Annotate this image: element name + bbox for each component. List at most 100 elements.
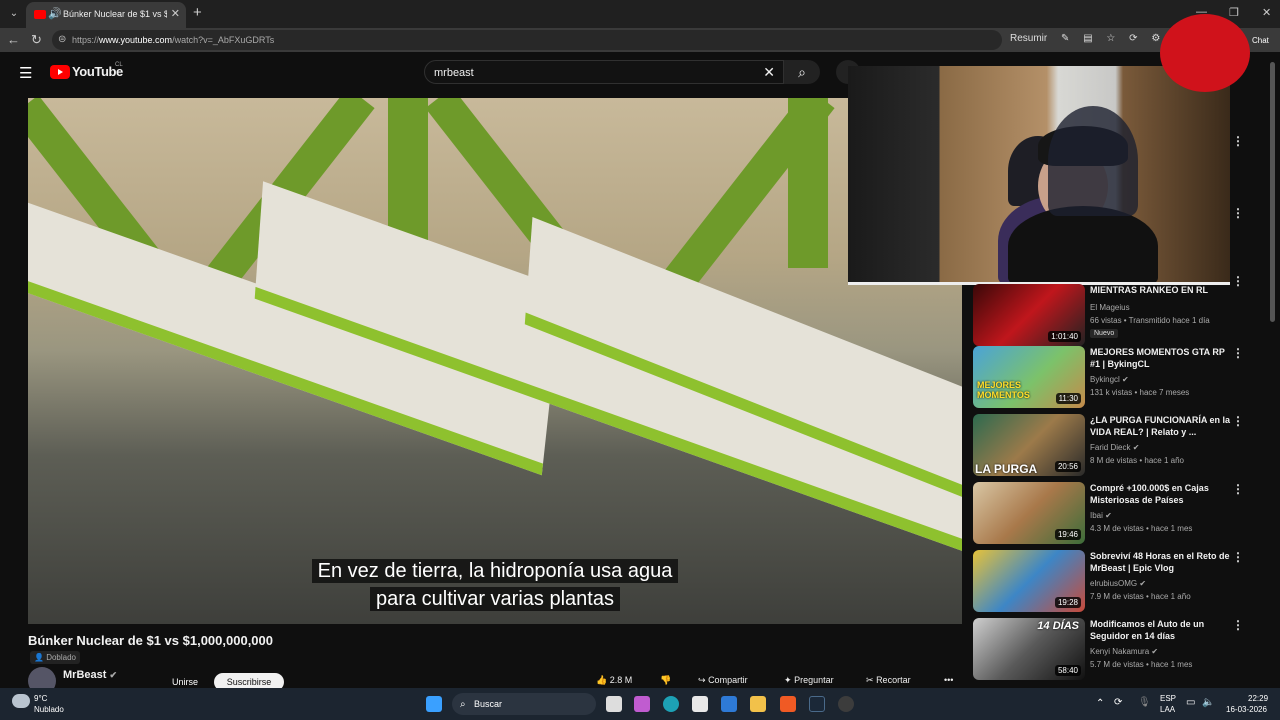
tray-app-icon[interactable]: ⟳	[1114, 697, 1122, 708]
recommendation-item[interactable]: LA PURGA 20:56 ¿LA PURGA FUNCIONARÍA en …	[973, 414, 1273, 476]
duration-badge: 58:40	[1054, 665, 1081, 676]
clock-time[interactable]: 22:29	[1248, 694, 1268, 703]
edge-icon[interactable]	[663, 696, 679, 712]
recommendation-item[interactable]: 1:01:40 MIENTRAS RANKEO EN RL El Mageius…	[973, 284, 1273, 346]
cloud-icon	[12, 694, 30, 708]
search-input[interactable]: mrbeast ✕	[424, 60, 784, 84]
duration-badge: 19:28	[1054, 597, 1081, 608]
more-options-icon[interactable]: ⋮	[1232, 134, 1244, 148]
language-code[interactable]: ESP	[1160, 694, 1176, 703]
new-tab-icon[interactable]: +	[193, 4, 202, 21]
video-thumbnail[interactable]: 1:01:40	[973, 284, 1085, 346]
search-icon: ⌕	[460, 699, 466, 710]
file-explorer-icon[interactable]	[750, 696, 766, 712]
verified-icon: ✔	[1105, 511, 1112, 520]
recommendation-channel[interactable]: Farid Dieck ✔	[1090, 443, 1139, 452]
favorite-icon[interactable]: ☆	[1106, 33, 1115, 44]
recommendation-channel[interactable]: Ibai ✔	[1090, 511, 1112, 520]
recommendation-title[interactable]: ¿LA PURGA FUNCIONARÍA en la VIDA REAL? |…	[1090, 414, 1232, 438]
recommendation-item[interactable]: 19:46 Compré +100.000$ en Cajas Misterio…	[973, 482, 1273, 544]
extensions-icon[interactable]: ⚙	[1151, 33, 1160, 44]
scrollbar-thumb[interactable]	[1270, 62, 1275, 322]
more-options-icon[interactable]: ⋮	[1232, 618, 1244, 632]
steam-icon[interactable]	[809, 696, 825, 712]
reload-icon[interactable]: ↻	[31, 32, 42, 48]
copilot-icon[interactable]	[634, 696, 650, 712]
recommendation-channel[interactable]: El Mageius	[1090, 303, 1130, 312]
clock-date[interactable]: 16-03-2026	[1226, 705, 1267, 714]
mail-icon[interactable]	[721, 696, 737, 712]
clear-search-icon[interactable]: ✕	[763, 64, 775, 81]
tab-close-icon[interactable]: ✕	[171, 7, 180, 20]
green-beam	[788, 98, 828, 268]
hamburger-menu-icon[interactable]: ☰	[19, 64, 32, 82]
read-mode-icon[interactable]: ▤	[1083, 33, 1092, 44]
video-thumbnail[interactable]: MEJORES MOMENTOS 11:30	[973, 346, 1085, 408]
browser-tab-bar: ⌄ 🔊 Búnker Nuclear de $1 vs $1.0 ✕ + — ❐…	[0, 0, 1280, 28]
recommendation-title[interactable]: Sobreviví 48 Horas en el Reto de MrBeast…	[1090, 550, 1232, 574]
country-code: CL	[115, 62, 123, 68]
clip-button[interactable]: ✂ Recortar	[866, 675, 911, 686]
url-field[interactable]: ⊜ https://www.youtube.com/watch?v=_AbFXu…	[52, 30, 1002, 50]
window-close-icon[interactable]: ✕	[1262, 6, 1271, 19]
subtitle-line: En vez de tierra, la hidroponía usa agua	[28, 559, 962, 583]
more-options-icon[interactable]: ⋮	[1232, 206, 1244, 220]
recommendation-title[interactable]: MEJORES MOMENTOS GTA RP #1 | BykingCL	[1090, 346, 1232, 370]
recommendation-item[interactable]: 14 DÍAS 58:40 Modificamos el Auto de un …	[973, 618, 1273, 680]
share-icon: ↪	[698, 675, 706, 685]
duration-badge: 19:46	[1054, 529, 1081, 540]
recommendation-channel[interactable]: elrubiusOMG ✔	[1090, 579, 1146, 588]
audio-playing-icon[interactable]: 🔊	[48, 7, 62, 20]
recommendation-title[interactable]: Compré +100.000$ en Cajas Misteriosas de…	[1090, 482, 1232, 506]
video-player[interactable]: En vez de tierra, la hidroponía usa agua…	[28, 98, 962, 624]
site-info-icon[interactable]: ⊜	[58, 34, 66, 45]
brave-icon[interactable]	[780, 696, 796, 712]
overlay-logo	[1160, 14, 1250, 92]
weather-label[interactable]: Nublado	[34, 705, 64, 714]
recommendation-item[interactable]: 19:28 Sobreviví 48 Horas en el Reto de M…	[973, 550, 1273, 612]
windows-start-icon[interactable]	[426, 696, 442, 712]
channel-name[interactable]: MrBeast ✔	[63, 669, 117, 681]
obs-icon[interactable]	[838, 696, 854, 712]
back-icon[interactable]: ←	[7, 32, 20, 47]
more-actions-icon[interactable]: •••	[944, 675, 953, 685]
dislike-icon[interactable]: 👎	[660, 675, 671, 686]
share-button[interactable]: ↪ Compartir	[698, 675, 748, 686]
more-options-icon[interactable]: ⋮	[1232, 414, 1244, 428]
refresh-extension-icon[interactable]: ⟳	[1129, 33, 1137, 44]
tray-chevron-icon[interactable]: ⌃	[1096, 698, 1104, 709]
volume-icon[interactable]: 🔈	[1202, 697, 1214, 708]
chat-button[interactable]: Chat	[1252, 36, 1269, 45]
task-view-icon[interactable]	[606, 696, 622, 712]
like-button[interactable]: 👍 2.8 M	[596, 675, 632, 686]
video-thumbnail[interactable]: 14 DÍAS 58:40	[973, 618, 1085, 680]
ask-button[interactable]: ✦ Preguntar	[784, 675, 834, 686]
recommendation-title[interactable]: Modificamos el Auto de un Seguidor en 14…	[1090, 618, 1232, 642]
webcam-overlay	[848, 66, 1230, 282]
taskbar-search[interactable]: ⌕ Buscar	[452, 693, 596, 715]
recommendation-channel[interactable]: Bykingcl ✔	[1090, 375, 1129, 384]
search-query: mrbeast	[434, 67, 474, 79]
mic-icon[interactable]: 🎙	[1138, 697, 1151, 708]
search-button[interactable]: ⌕	[784, 60, 820, 84]
tab-title: Búnker Nuclear de $1 vs $1.0	[63, 9, 167, 19]
video-thumbnail[interactable]: 19:28	[973, 550, 1085, 612]
tab-list-chevron-icon[interactable]: ⌄	[6, 6, 22, 22]
store-icon[interactable]	[692, 696, 708, 712]
video-thumbnail[interactable]: LA PURGA 20:56	[973, 414, 1085, 476]
youtube-logo-icon[interactable]	[50, 65, 70, 79]
browser-tab[interactable]: 🔊 Búnker Nuclear de $1 vs $1.0 ✕	[26, 2, 186, 28]
maximize-icon[interactable]: ❐	[1229, 6, 1239, 19]
keyboard-layout[interactable]: LAA	[1160, 705, 1175, 714]
recommendation-channel[interactable]: Kenyi Nakamura ✔	[1090, 647, 1158, 656]
network-icon[interactable]: ▭	[1186, 697, 1195, 708]
video-thumbnail[interactable]: 19:46	[973, 482, 1085, 544]
recommendation-item[interactable]: MEJORES MOMENTOS 11:30 MEJORES MOMENTOS …	[973, 346, 1273, 408]
summarize-button[interactable]: Resumir ✎	[1010, 33, 1069, 44]
recommendation-title[interactable]: MIENTRAS RANKEO EN RL	[1090, 284, 1232, 296]
more-options-icon[interactable]: ⋮	[1232, 550, 1244, 564]
more-options-icon[interactable]: ⋮	[1232, 482, 1244, 496]
more-options-icon[interactable]: ⋮	[1232, 346, 1244, 360]
temperature[interactable]: 9°C	[34, 694, 47, 703]
person-body	[1008, 206, 1158, 282]
